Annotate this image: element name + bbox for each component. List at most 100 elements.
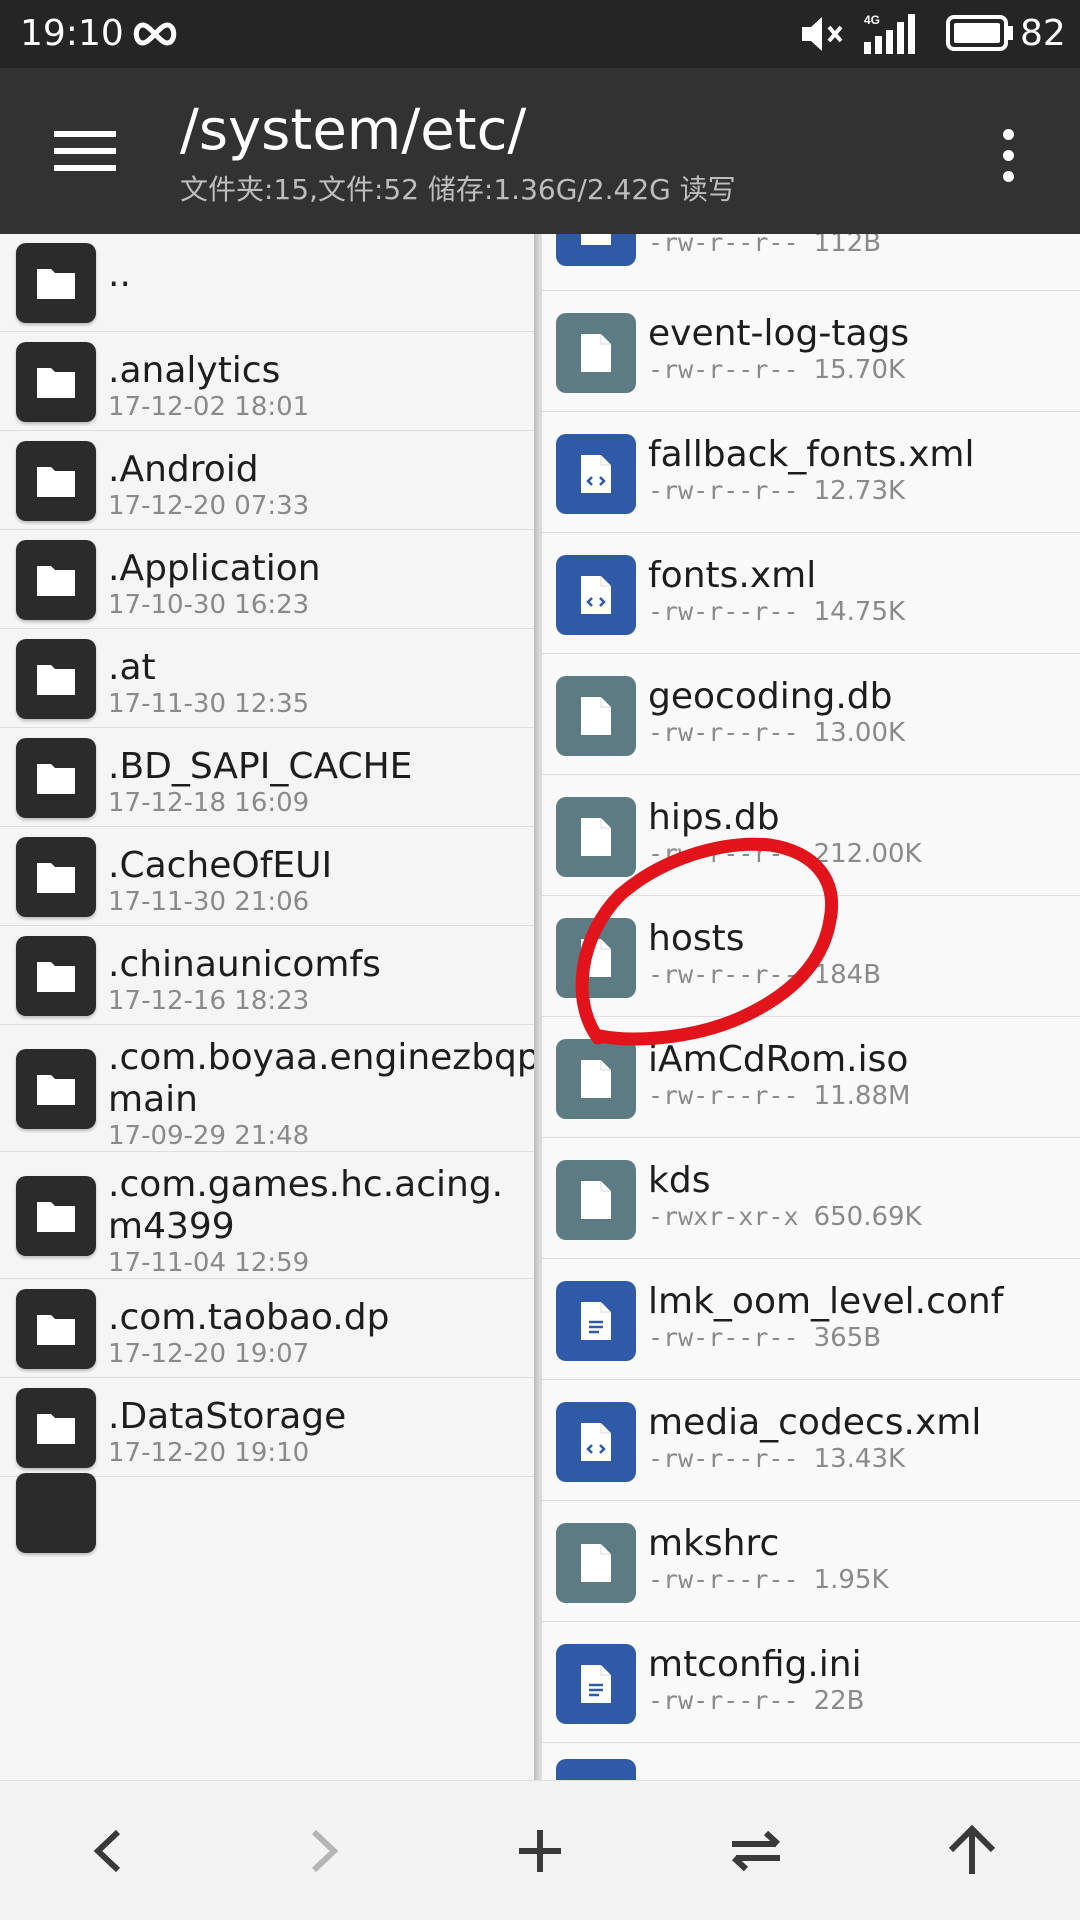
file-size: 12.73K xyxy=(813,476,906,506)
app-toolbar: /system/etc/ 文件夹:15,文件:52 储存:1.36G/2.42G… xyxy=(0,68,1080,234)
file-row[interactable]: prop-rw-r--r-- 112B xyxy=(542,234,1080,291)
file-row[interactable]: hosts -rw-r--r-- 184B xyxy=(542,896,1080,1017)
file-icon-box xyxy=(556,918,636,998)
file-row[interactable]: geocoding.db -rw-r--r-- 13.00K xyxy=(542,654,1080,775)
file-row[interactable]: event-log-tags -rw-r--r-- 15.70K xyxy=(542,291,1080,412)
folder-icon-box xyxy=(16,737,96,818)
folder-date: 17-11-30 12:35 xyxy=(108,689,310,719)
file-icon-box xyxy=(556,1160,636,1240)
file-row[interactable]: fonts.xml -rw-r--r-- 14.75K xyxy=(542,533,1080,654)
folder-row[interactable]: .BD_SAPI_CACHE 17-12-18 16:09 xyxy=(0,728,538,827)
folder-date: 17-12-20 19:10 xyxy=(108,1438,310,1468)
file-meta: -rw-r--r-- 15.70K xyxy=(648,353,905,387)
svg-text:4G: 4G xyxy=(864,13,880,27)
file-row[interactable]: fallback_fonts.xml -rw-r--r-- 12.73K xyxy=(542,412,1080,533)
folder-icon xyxy=(37,565,75,596)
file-permissions: -rw-r--r-- xyxy=(648,476,799,505)
file-name: kds xyxy=(648,1160,711,1201)
file-name: geocoding.db xyxy=(648,676,893,717)
status-bar: 19:10 4G 82 xyxy=(0,0,1080,68)
right-file-pane[interactable]: prop-rw-r--r-- 112Bevent-log-tags-rw-r--… xyxy=(542,234,1080,1780)
file-row[interactable]: hips.db -rw-r--r-- 212.00K xyxy=(542,775,1080,896)
folder-row[interactable]: .Application 17-10-30 16:23 xyxy=(0,530,538,629)
file-name: lmk_oom_level.conf xyxy=(648,1281,1004,1322)
file-size: 1.95K xyxy=(813,1565,889,1595)
file-row-partial[interactable] xyxy=(542,1743,1080,1780)
file-icon-box xyxy=(556,676,636,756)
more-options-button[interactable] xyxy=(985,120,1031,190)
swap-button[interactable] xyxy=(716,1811,796,1891)
file-icon xyxy=(581,939,611,977)
folder-row[interactable]: .com.boyaa.enginezbqp. main 17-09-29 21:4… xyxy=(0,1025,538,1152)
file-name: iAmCdRom.iso xyxy=(648,1039,909,1080)
file-row[interactable]: media_codecs.xml -rw-r--r-- 13.43K xyxy=(542,1380,1080,1501)
file-icon-box xyxy=(556,1523,636,1603)
folder-row[interactable]: .DataStorage 17-12-20 19:10 xyxy=(0,1378,538,1477)
folder-name: .analytics xyxy=(108,350,281,391)
current-path: /system/etc/ xyxy=(180,98,527,163)
left-folder-pane[interactable]: .. .analytics 17-12-02 18:01 .Android 17-12-… xyxy=(0,234,538,1780)
folder-icon-box xyxy=(16,341,96,422)
folder-date: 17-09-29 21:48 xyxy=(108,1121,310,1151)
file-meta: -rw-r--r-- 14.75K xyxy=(648,595,905,629)
file-size: 184B xyxy=(813,960,882,990)
folder-row[interactable]: .at 17-11-30 12:35 xyxy=(0,629,538,728)
file-size: 13.43K xyxy=(813,1444,906,1474)
file-size: 365B xyxy=(813,1323,882,1353)
folder-date: 17-12-20 07:33 xyxy=(108,491,310,521)
file-size: 650.69K xyxy=(813,1202,922,1232)
file-row[interactable]: iAmCdRom.iso -rw-r--r-- 11.88M xyxy=(542,1017,1080,1138)
file-size: 11.88M xyxy=(813,1081,911,1111)
file-meta: -rw-r--r-- 13.00K xyxy=(648,716,905,750)
folder-icon xyxy=(37,466,75,497)
folder-icon-box xyxy=(16,1048,96,1129)
folder-row[interactable]: .com.games.hc.acing. m4399 17-11-04 12:59 xyxy=(0,1152,538,1279)
file-icon-box xyxy=(556,1281,636,1361)
file-name: fonts.xml xyxy=(648,555,817,596)
folder-date: 17-11-04 12:59 xyxy=(108,1248,310,1278)
folder-row[interactable]: .analytics 17-12-02 18:01 xyxy=(0,332,538,431)
folder-row[interactable]: .. xyxy=(0,234,538,332)
xml-file-icon xyxy=(581,576,611,614)
folder-icon-box xyxy=(16,1175,96,1256)
folder-row[interactable]: .Android 17-12-20 07:33 xyxy=(0,431,538,530)
file-row[interactable]: mtconfig.ini -rw-r--r-- 22B xyxy=(542,1622,1080,1743)
file-row[interactable]: mkshrc -rw-r--r-- 1.95K xyxy=(542,1501,1080,1622)
file-permissions: -rw-r--r-- xyxy=(648,1444,799,1473)
add-button[interactable] xyxy=(500,1811,580,1891)
folder-row[interactable]: .CacheOfEUI 17-11-30 21:06 xyxy=(0,827,538,926)
file-meta: -rw-r--r-- 22B xyxy=(648,1684,865,1718)
file-permissions: -rw-r--r-- xyxy=(648,355,799,384)
folder-name: .BD_SAPI_CACHE xyxy=(108,746,413,787)
forward-button[interactable] xyxy=(284,1811,364,1891)
dot xyxy=(1002,170,1014,182)
dot xyxy=(1002,149,1014,161)
folder-row[interactable]: .chinaunicomfs 17-12-16 18:23 xyxy=(0,926,538,1025)
file-permissions: -rw-r--r-- xyxy=(648,960,799,989)
folder-row-partial[interactable] xyxy=(0,1473,538,1553)
folder-icon-box xyxy=(16,1288,96,1369)
file-row[interactable]: lmk_oom_level.conf -rw-r--r-- 365B xyxy=(542,1259,1080,1380)
file-icon-box xyxy=(556,555,636,635)
file-permissions: -rw-r--r-- xyxy=(648,234,799,257)
folder-icon-box xyxy=(16,440,96,521)
folder-icon xyxy=(37,1413,75,1444)
file-row[interactable]: kds -rwxr-xr-x 650.69K xyxy=(542,1138,1080,1259)
folder-row[interactable]: .com.taobao.dp 17-12-20 19:07 xyxy=(0,1279,538,1378)
folder-icon-box xyxy=(16,1473,96,1553)
file-icon xyxy=(581,1181,611,1219)
back-button[interactable] xyxy=(68,1811,148,1891)
folder-icon-box xyxy=(16,935,96,1016)
menu-button[interactable] xyxy=(40,116,130,186)
folder-icon-box xyxy=(16,1387,96,1468)
up-directory-button[interactable] xyxy=(932,1811,1012,1891)
file-meta: -rw-r--r-- 212.00K xyxy=(648,837,922,871)
file-icon-box xyxy=(556,797,636,877)
bottom-nav-bar xyxy=(0,1780,1080,1920)
hamburger-line xyxy=(54,165,116,171)
file-icon-box xyxy=(556,234,636,266)
